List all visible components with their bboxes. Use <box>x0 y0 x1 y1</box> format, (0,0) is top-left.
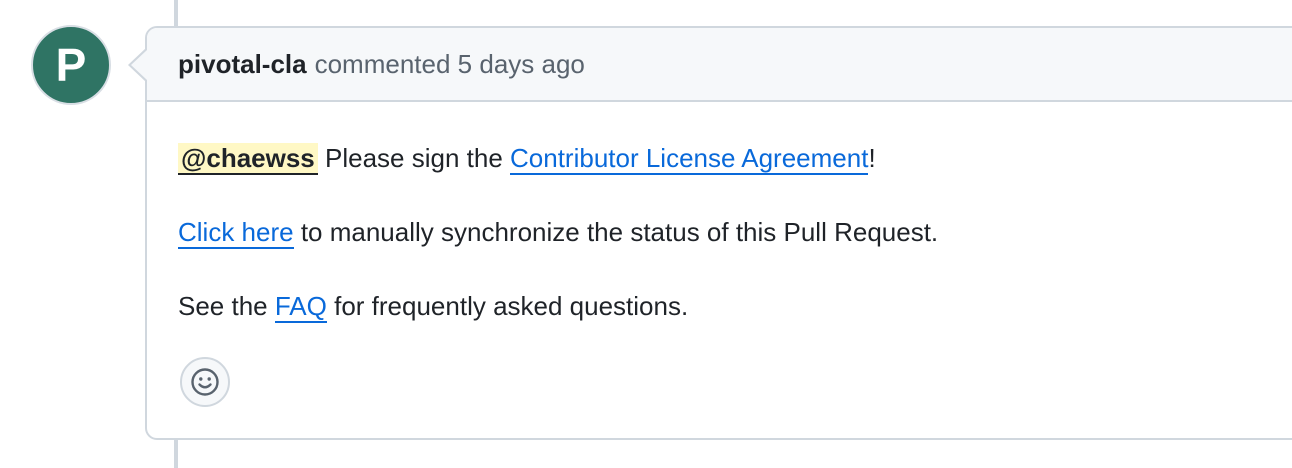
line1-text-b: ! <box>868 143 876 173</box>
faq-link[interactable]: FAQ <box>274 291 327 323</box>
smiley-icon <box>191 368 219 396</box>
line2-text: to manually synchronize the status of th… <box>293 217 939 247</box>
comment-body: @chaewss Please sign the Contributor Lic… <box>147 102 1292 324</box>
click-here-link[interactable]: Click here <box>178 217 294 249</box>
comment-line-2: Click here to manually synchronize the s… <box>178 214 1292 250</box>
comment-pointer <box>131 50 147 80</box>
avatar-initial: P <box>55 39 87 91</box>
comment-action: commented <box>314 48 451 79</box>
comment-box: pivotal-cla commented 5 days ago @chaews… <box>145 26 1292 440</box>
comment-line-1: @chaewss Please sign the Contributor Lic… <box>178 140 1292 176</box>
line3-text-a: See the <box>178 291 275 321</box>
line3-text-b: for frequently asked questions. <box>326 291 689 321</box>
comment-line-3: See the FAQ for frequently asked questio… <box>178 288 1292 324</box>
comment-author[interactable]: pivotal-cla <box>178 49 307 80</box>
user-mention[interactable]: @chaewss <box>178 143 318 175</box>
comment-timestamp[interactable]: 5 days ago <box>458 49 585 80</box>
avatar[interactable]: P <box>31 25 111 105</box>
add-reaction-button[interactable] <box>180 357 230 407</box>
cla-link[interactable]: Contributor License Agreement <box>510 143 869 175</box>
comment-header: pivotal-cla commented 5 days ago <box>147 28 1292 102</box>
line1-text-a: Please sign the <box>317 143 510 173</box>
